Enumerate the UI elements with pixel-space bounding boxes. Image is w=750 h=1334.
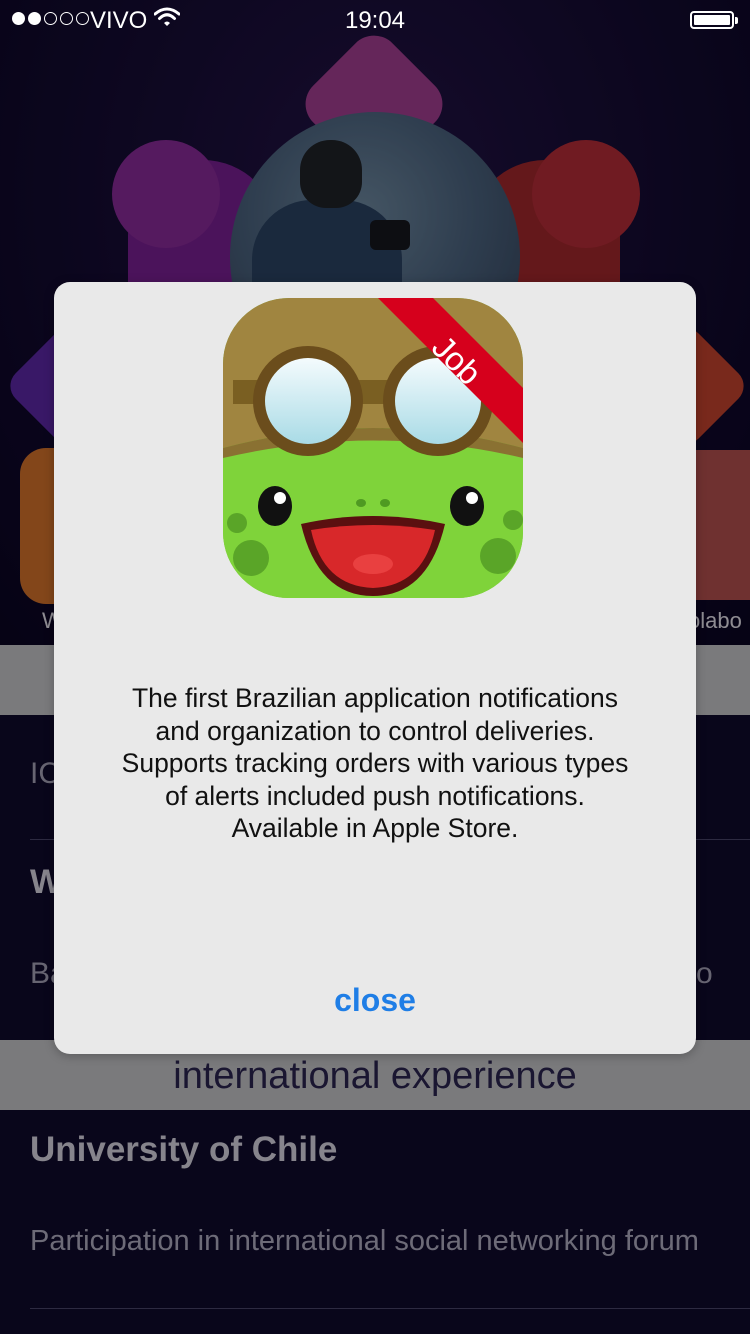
description-line: Available in Apple Store. [231, 813, 519, 843]
app-screen: W olabo IC W Ba o international experien… [0, 0, 750, 1334]
clock: 19:04 [344, 7, 406, 34]
app-info-modal: Job The first Brazilian application noti… [54, 282, 696, 1054]
battery-icon [690, 11, 738, 29]
description-line: The first Brazilian application notifica… [131, 683, 619, 713]
description-line: Supports tracking orders with various ty… [121, 748, 629, 778]
close-button[interactable]: close [54, 982, 696, 1019]
description-line: of alerts included push notifications. [165, 780, 585, 811]
frog-aviator-app-icon: Job [223, 298, 523, 598]
status-bar: VIVO 19:04 [0, 0, 750, 40]
description-line: and organization to control deliveries. [155, 715, 595, 746]
app-description: The first Brazilian application notifica… [84, 682, 666, 845]
